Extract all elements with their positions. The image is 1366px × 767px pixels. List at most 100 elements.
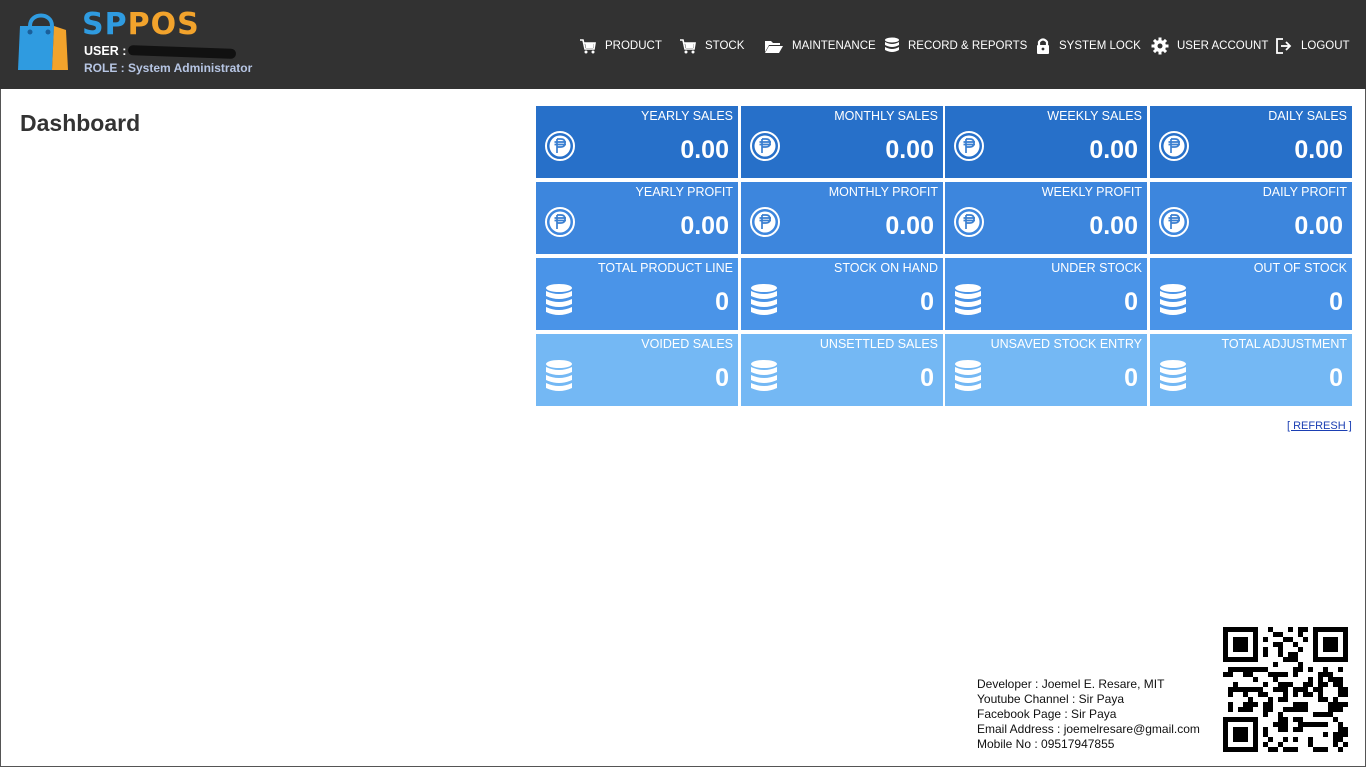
- stat-tile-yearly-sales: YEARLY SALES 0.00: [536, 106, 738, 178]
- tile-icon: [1158, 130, 1190, 167]
- tile-icon: [749, 130, 781, 167]
- tile-icon: [544, 206, 576, 243]
- tile-label: DAILY SALES: [1268, 109, 1347, 123]
- tile-icon: [1158, 359, 1188, 398]
- nav-system-lock-label: SYSTEM LOCK: [1059, 40, 1141, 52]
- tile-value: 0.00: [885, 136, 934, 164]
- tile-icon: [749, 359, 779, 398]
- role-info: ROLE : System Administrator: [84, 61, 253, 75]
- nav-logout-label: LOGOUT: [1301, 40, 1350, 52]
- database-icon: [751, 284, 777, 315]
- tile-icon: [749, 206, 781, 243]
- tile-value: 0: [1329, 288, 1343, 316]
- tile-value: 0.00: [1089, 136, 1138, 164]
- tile-icon: [953, 206, 985, 243]
- tile-label: YEARLY SALES: [641, 109, 733, 123]
- page-title: Dashboard: [20, 110, 141, 136]
- nav-stock[interactable]: STOCK: [679, 36, 744, 56]
- tile-icon: [953, 359, 983, 398]
- redacted-username: [128, 44, 237, 59]
- tile-icon: [1158, 283, 1188, 322]
- brand-pos: POS: [127, 7, 200, 42]
- nav-stock-label: STOCK: [705, 40, 745, 52]
- tile-value: 0.00: [680, 212, 729, 240]
- tile-value: 0.00: [1294, 136, 1343, 164]
- peso-icon: [545, 131, 575, 161]
- folder-open-icon: [765, 41, 783, 53]
- tile-label: UNSAVED STOCK ENTRY: [990, 337, 1142, 351]
- email-address: Email Address : joemelresare@gmail.com: [977, 722, 1200, 736]
- brand-sp: SP: [82, 7, 128, 42]
- tile-label: MONTHLY SALES: [834, 109, 938, 123]
- tile-value: 0: [715, 288, 729, 316]
- nav-system-lock[interactable]: SYSTEM LOCK: [1035, 36, 1141, 56]
- tile-icon: [953, 130, 985, 167]
- stat-tile-yearly-profit: YEARLY PROFIT 0.00: [536, 182, 738, 254]
- database-icon: [955, 360, 981, 391]
- nav-user-account-label: USER ACCOUNT: [1177, 40, 1269, 52]
- tile-icon: [749, 283, 779, 322]
- shopping-bag-logo-icon: [18, 13, 68, 70]
- tile-value: 0: [1124, 288, 1138, 316]
- user-info: USER :: [84, 44, 237, 59]
- brand-logo-text: SPPOS: [82, 8, 200, 42]
- nav-record-reports[interactable]: RECORD & REPORTS: [884, 36, 1027, 56]
- database-icon: [546, 360, 572, 391]
- peso-icon: [750, 131, 780, 161]
- peso-icon: [545, 207, 575, 237]
- tile-value: 0.00: [885, 212, 934, 240]
- tile-label: UNDER STOCK: [1051, 261, 1142, 275]
- peso-icon: [1159, 131, 1189, 161]
- stat-tile-out-of-stock: OUT OF STOCK 0: [1150, 258, 1352, 330]
- stat-tile-daily-profit: DAILY PROFIT 0.00: [1150, 182, 1352, 254]
- tile-label: UNSETTLED SALES: [819, 337, 938, 351]
- tile-icon: [953, 283, 983, 322]
- nav-record-reports-label: RECORD & REPORTS: [908, 40, 1028, 52]
- tile-label: VOIDED SALES: [641, 337, 733, 351]
- developer-info: Developer : Joemel E. Resare, MIT Youtub…: [977, 677, 1200, 752]
- stat-tile-unsettled-sales: UNSETTLED SALES 0: [741, 334, 943, 406]
- facebook-page: Facebook Page : Sir Paya: [977, 707, 1117, 721]
- database-icon: [546, 284, 572, 315]
- stat-tile-daily-sales: DAILY SALES 0.00: [1150, 106, 1352, 178]
- tile-value: 0.00: [680, 136, 729, 164]
- logout-icon: [1276, 38, 1292, 54]
- tile-label: TOTAL PRODUCT LINE: [598, 261, 733, 275]
- developer-name: Developer : Joemel E. Resare, MIT: [977, 677, 1165, 691]
- nav-user-account[interactable]: USER ACCOUNT: [1151, 36, 1268, 56]
- stat-tile-stock-on-hand: STOCK ON HAND 0: [741, 258, 943, 330]
- refresh-link[interactable]: [ REFRESH ]: [1287, 420, 1352, 432]
- tile-label: YEARLY PROFIT: [635, 185, 733, 199]
- tile-label: WEEKLY SALES: [1047, 109, 1142, 123]
- tile-icon: [544, 359, 574, 398]
- database-icon: [1160, 284, 1186, 315]
- stat-tile-total-product-line: TOTAL PRODUCT LINE 0: [536, 258, 738, 330]
- peso-icon: [954, 207, 984, 237]
- stat-tile-under-stock: UNDER STOCK 0: [945, 258, 1147, 330]
- nav-product-label: PRODUCT: [605, 40, 662, 52]
- nav-logout[interactable]: LOGOUT: [1275, 36, 1350, 56]
- stat-tile-weekly-profit: WEEKLY PROFIT 0.00: [945, 182, 1147, 254]
- cart-icon: [680, 39, 696, 54]
- peso-icon: [750, 207, 780, 237]
- nav-maintenance[interactable]: MAINTENANCE: [764, 36, 876, 56]
- database-icon: [751, 360, 777, 391]
- database-icon: [885, 37, 899, 52]
- tile-value: 0.00: [1089, 212, 1138, 240]
- database-icon: [955, 284, 981, 315]
- peso-icon: [954, 131, 984, 161]
- user-label: USER :: [84, 44, 127, 58]
- nav-product[interactable]: PRODUCT: [579, 36, 662, 56]
- tile-value: 0.00: [1294, 212, 1343, 240]
- stat-tile-monthly-sales: MONTHLY SALES 0.00: [741, 106, 943, 178]
- tile-label: DAILY PROFIT: [1262, 185, 1347, 199]
- tile-label: TOTAL ADJUSTMENT: [1221, 337, 1347, 351]
- database-icon: [1160, 360, 1186, 391]
- tile-value: 0: [1124, 364, 1138, 392]
- peso-icon: [1159, 207, 1189, 237]
- mobile-number: Mobile No : 09517947855: [977, 737, 1115, 751]
- tile-value: 0: [920, 288, 934, 316]
- tile-label: STOCK ON HAND: [834, 261, 938, 275]
- youtube-channel: Youtube Channel : Sir Paya: [977, 692, 1124, 706]
- tile-label: MONTHLY PROFIT: [828, 185, 938, 199]
